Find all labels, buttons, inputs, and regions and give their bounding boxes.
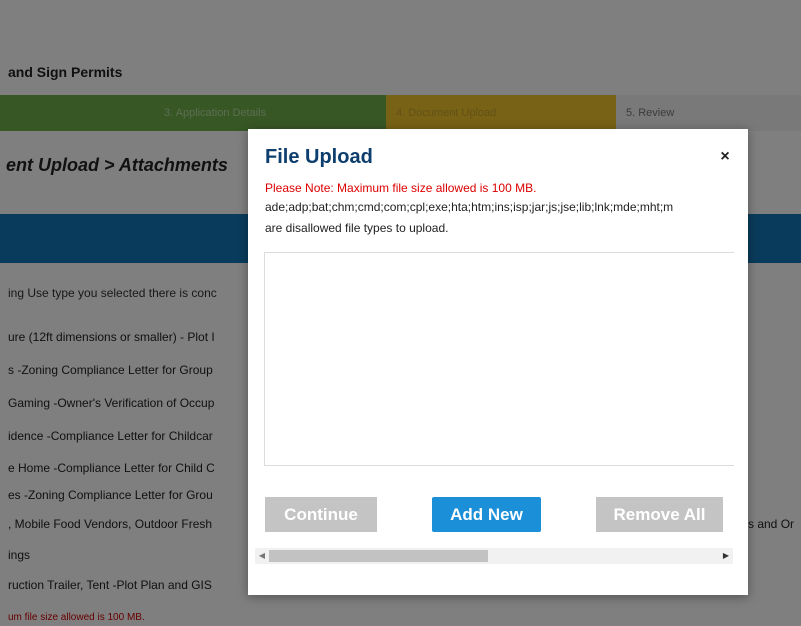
file-list-area[interactable]	[264, 252, 734, 466]
file-upload-dialog: File Upload × Please Note: Maximum file …	[248, 129, 748, 595]
horizontal-scrollbar[interactable]: ◀ ▶	[255, 548, 733, 564]
disallowed-types-suffix: are disallowed file types to upload.	[265, 221, 449, 235]
add-new-button[interactable]: Add New	[432, 497, 541, 532]
remove-all-button[interactable]: Remove All	[596, 497, 723, 532]
dialog-title: File Upload	[265, 146, 373, 168]
continue-button[interactable]: Continue	[265, 497, 377, 532]
scroll-right-icon[interactable]: ▶	[719, 548, 733, 564]
max-size-note: Please Note: Maximum file size allowed i…	[265, 181, 537, 195]
disallowed-types-list: ade;adp;bat;chm;cmd;com;cpl;exe;hta;htm;…	[265, 200, 674, 214]
close-icon[interactable]: ×	[717, 149, 733, 165]
scrollbar-thumb[interactable]	[269, 550, 488, 562]
scroll-left-icon[interactable]: ◀	[255, 548, 269, 564]
